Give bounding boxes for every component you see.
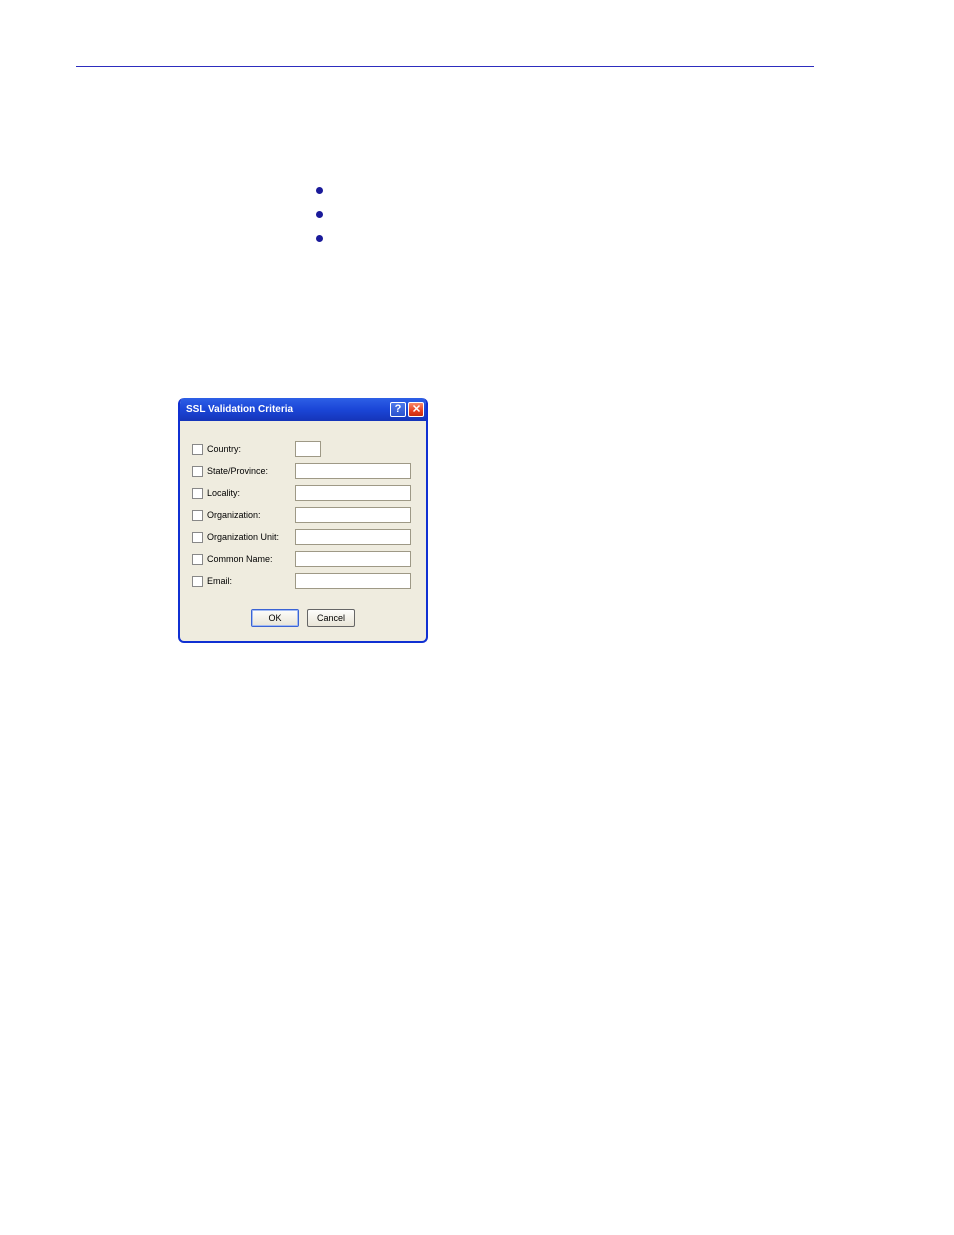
close-button[interactable] <box>408 402 424 417</box>
header-divider <box>76 66 814 67</box>
state-checkbox[interactable] <box>192 466 203 477</box>
field-row-commonname: Common Name: <box>192 551 414 567</box>
commonname-input[interactable] <box>295 551 411 567</box>
field-row-country: Country: <box>192 441 414 457</box>
orgunit-label[interactable]: Organization Unit: <box>207 532 291 542</box>
dialog-title: SSL Validation Criteria <box>186 404 293 415</box>
ok-button[interactable]: OK <box>251 609 299 627</box>
state-input[interactable] <box>295 463 411 479</box>
email-label[interactable]: Email: <box>207 576 291 586</box>
locality-checkbox[interactable] <box>192 488 203 499</box>
dialog-button-row: OK Cancel <box>192 595 414 633</box>
field-row-organization: Organization: <box>192 507 414 523</box>
country-checkbox[interactable] <box>192 444 203 455</box>
titlebar-buttons: ? <box>390 402 424 417</box>
field-row-state: State/Province: <box>192 463 414 479</box>
ssl-validation-dialog: SSL Validation Criteria ? Country: <box>178 398 428 643</box>
organization-label[interactable]: Organization: <box>207 510 291 520</box>
cancel-button[interactable]: Cancel <box>307 609 355 627</box>
organization-checkbox[interactable] <box>192 510 203 521</box>
country-label[interactable]: Country: <box>207 444 291 454</box>
commonname-checkbox[interactable] <box>192 554 203 565</box>
locality-input[interactable] <box>295 485 411 501</box>
organization-input[interactable] <box>295 507 411 523</box>
email-input[interactable] <box>295 573 411 589</box>
help-button[interactable]: ? <box>390 402 406 417</box>
field-row-locality: Locality: <box>192 485 414 501</box>
field-row-email: Email: <box>192 573 414 589</box>
dialog-titlebar[interactable]: SSL Validation Criteria ? <box>180 398 426 421</box>
help-icon: ? <box>395 404 402 415</box>
field-row-orgunit: Organization Unit: <box>192 529 414 545</box>
orgunit-input[interactable] <box>295 529 411 545</box>
dialog-body: Country: State/Province: Locality: Organ… <box>180 421 426 641</box>
orgunit-checkbox[interactable] <box>192 532 203 543</box>
locality-label[interactable]: Locality: <box>207 488 291 498</box>
close-icon <box>412 404 421 416</box>
state-label[interactable]: State/Province: <box>207 466 291 476</box>
country-input[interactable] <box>295 441 321 457</box>
email-checkbox[interactable] <box>192 576 203 587</box>
commonname-label[interactable]: Common Name: <box>207 554 291 564</box>
